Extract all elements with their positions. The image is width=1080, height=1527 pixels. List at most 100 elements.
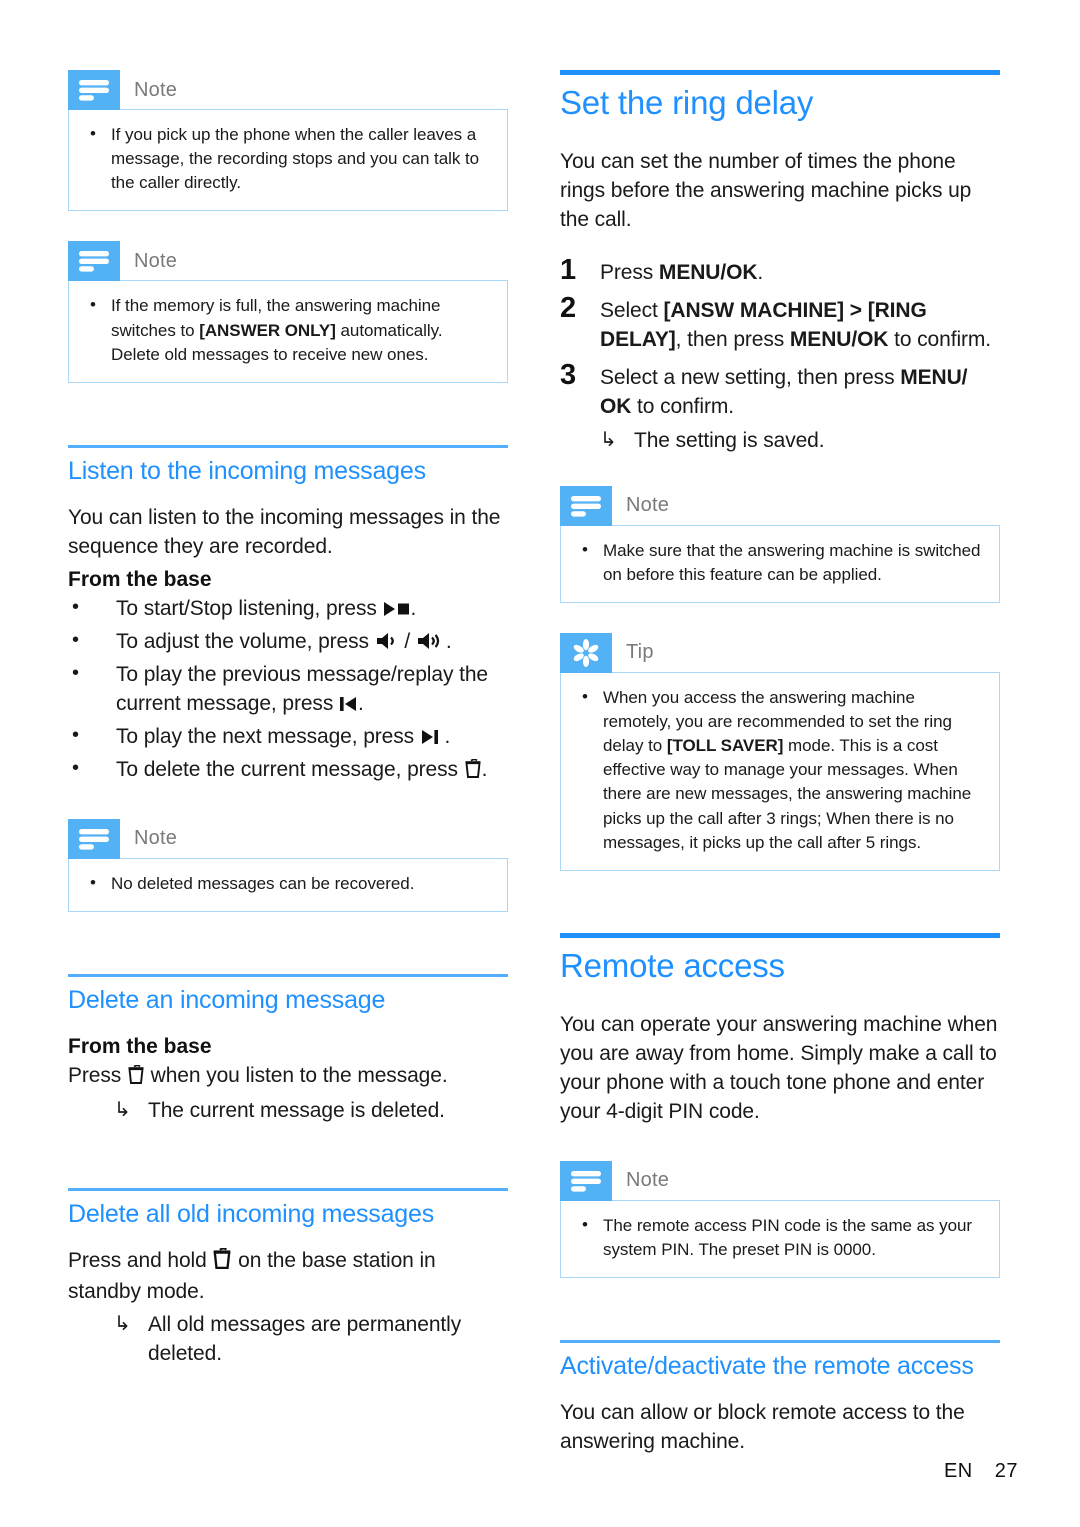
instruction-text-before: Press and hold <box>68 1249 213 1273</box>
section-intro: You can listen to the incoming messages … <box>68 505 501 558</box>
note-lines-icon <box>68 241 120 282</box>
manual-page: Note If you pick up the phone when the c… <box>0 0 1080 1527</box>
section-rule <box>68 973 508 977</box>
callout-header: Note <box>560 485 1000 526</box>
note-lines-icon <box>68 818 120 859</box>
bullet-text: To start/Stop listening, press <box>116 596 383 620</box>
tip-asterisk-icon <box>560 632 612 673</box>
callout-tip-toll-saver: Tip When you access the answering machin… <box>560 632 1000 871</box>
step-text: Select a new setting, then press MENU/ O… <box>600 360 1000 422</box>
callout-label: Note <box>626 494 670 517</box>
callout-note-pin: Note The remote access PIN code is the s… <box>560 1160 1000 1278</box>
step-text-tail: to confirm. <box>888 327 992 351</box>
callout-label: Note <box>134 78 178 101</box>
two-column-layout: Note If you pick up the phone when the c… <box>68 70 1018 1461</box>
step-text-plain: Press <box>600 260 659 284</box>
callout-header: Note <box>560 1160 1000 1201</box>
step-item: 3 Select a new setting, then press MENU/… <box>560 360 1000 422</box>
listen-controls-list: To start/Stop listening, press . To adju… <box>68 594 508 787</box>
callout-body: Make sure that the answering machine is … <box>560 524 1000 603</box>
instruction-text-before: Press <box>68 1064 127 1088</box>
note-lines-glyph <box>79 251 109 272</box>
callout-item: If you pick up the phone when the caller… <box>85 122 491 195</box>
play-stop-icon <box>383 597 410 626</box>
list-item: To play the previous message/replay the … <box>68 660 508 721</box>
section-heading-delete-one: Delete an incoming message <box>68 985 386 1014</box>
footer-language: EN <box>943 1460 973 1482</box>
section-rule <box>560 1339 1000 1343</box>
step-text-plain: Select <box>600 298 664 322</box>
result-text: The setting is saved. <box>634 428 825 452</box>
step-text-mid: , then press <box>675 327 790 351</box>
list-item: To adjust the volume, press / . <box>68 627 508 659</box>
bullet-text: To play the previous message/replay the … <box>116 662 488 715</box>
result-text: The current message is deleted. <box>148 1099 445 1123</box>
note-lines-glyph <box>79 828 109 850</box>
callout-header: Note <box>68 818 508 859</box>
step-text-plain: Select a new setting, then press <box>600 365 901 389</box>
bullet-text-after: . <box>357 691 364 715</box>
subheading-from-the-base: From the base <box>68 1034 212 1058</box>
note-lines-glyph <box>571 495 601 517</box>
callout-bold-term: [ANSWER ONLY] <box>199 320 336 340</box>
callout-body: If you pick up the phone when the caller… <box>68 109 508 212</box>
chapter-intro: You can set the number of times the phon… <box>560 149 972 231</box>
chapter-rule <box>560 932 1000 938</box>
list-item: To delete the current message, press . <box>68 755 508 787</box>
callout-item: If the memory is full, the answering mac… <box>85 293 491 366</box>
result-line: ↳ All old messages are permanently delet… <box>114 1311 508 1369</box>
instruction-text-after: when you listen to the message. <box>144 1064 448 1088</box>
result-arrow-icon: ↳ <box>114 1313 131 1336</box>
callout-item: Make sure that the answering machine is … <box>577 538 983 587</box>
bullet-text: To adjust the volume, press <box>116 629 375 653</box>
bullet-text-after: . <box>410 596 417 620</box>
delete-trash-icon <box>128 1064 144 1093</box>
step-text-tail: to confirm. <box>631 394 734 418</box>
result-line: ↳ The current message is deleted. <box>114 1097 508 1126</box>
note-lines-icon <box>68 70 120 110</box>
bullet-text: To play the next message, press <box>116 724 420 748</box>
callout-body: No deleted messages can be recovered. <box>68 857 508 912</box>
result-arrow-icon: ↳ <box>114 1099 131 1122</box>
callout-note-switched-on: Note Make sure that the answering machin… <box>560 485 1000 603</box>
bullet-text-after: . <box>481 757 488 781</box>
callout-header: Note <box>68 70 508 110</box>
chapter-rule <box>560 70 1000 75</box>
step-text: Press MENU/OK. <box>600 255 763 288</box>
section-heading-activate: Activate/deactivate the remote access <box>560 1351 974 1380</box>
step-number: 1 <box>560 253 577 286</box>
right-column: Set the ring delay You can set the numbe… <box>560 70 1000 1461</box>
callout-body: When you access the answering machine re… <box>560 671 1000 871</box>
chapter-intro: You can operate your answering machine w… <box>560 1012 998 1123</box>
bullet-text-after: . <box>438 724 451 748</box>
callout-body: The remote access PIN code is the same a… <box>560 1199 1000 1278</box>
callout-label: Tip <box>626 641 654 664</box>
callout-note-pickup: Note If you pick up the phone when the c… <box>68 70 508 212</box>
result-text: All old messages are permanently deleted… <box>148 1313 462 1366</box>
step-text-tail: . <box>757 260 764 284</box>
section-rule <box>68 1188 508 1192</box>
note-lines-glyph <box>571 1170 601 1192</box>
callout-label: Note <box>134 249 178 272</box>
callout-body: If the memory is full, the answering mac… <box>68 280 508 383</box>
section-heading-listen: Listen to the incoming messages <box>68 456 426 485</box>
delete-trash-icon <box>213 1247 231 1278</box>
previous-track-icon <box>339 692 357 721</box>
tip-asterisk-glyph <box>573 638 599 667</box>
list-item: To play the next message, press . <box>68 722 508 754</box>
step-item: 1 Press MENU/OK. <box>560 255 1000 288</box>
callout-item: The remote access PIN code is the same a… <box>577 1213 983 1262</box>
volume-down-icon <box>376 630 398 659</box>
delete-all-instruction: Press and hold on the base station in st… <box>68 1247 508 1307</box>
note-lines-glyph <box>79 80 109 101</box>
list-item: To start/Stop listening, press . <box>68 594 508 626</box>
step-item: 2 Select [ANSW MACHINE] > [RING DELAY], … <box>560 293 1000 355</box>
callout-label: Note <box>134 827 178 850</box>
callout-header: Note <box>68 241 508 282</box>
callout-label: Note <box>626 1169 670 1192</box>
callout-item: No deleted messages can be recovered. <box>85 871 491 896</box>
ring-delay-steps: 1 Press MENU/OK. 2 Select [ANSW MACHINE]… <box>560 255 1000 422</box>
page-footer: EN 27 <box>944 1460 1018 1483</box>
step-text-bold: MENU/OK <box>658 260 758 284</box>
subheading-from-the-base: From the base <box>68 567 212 591</box>
